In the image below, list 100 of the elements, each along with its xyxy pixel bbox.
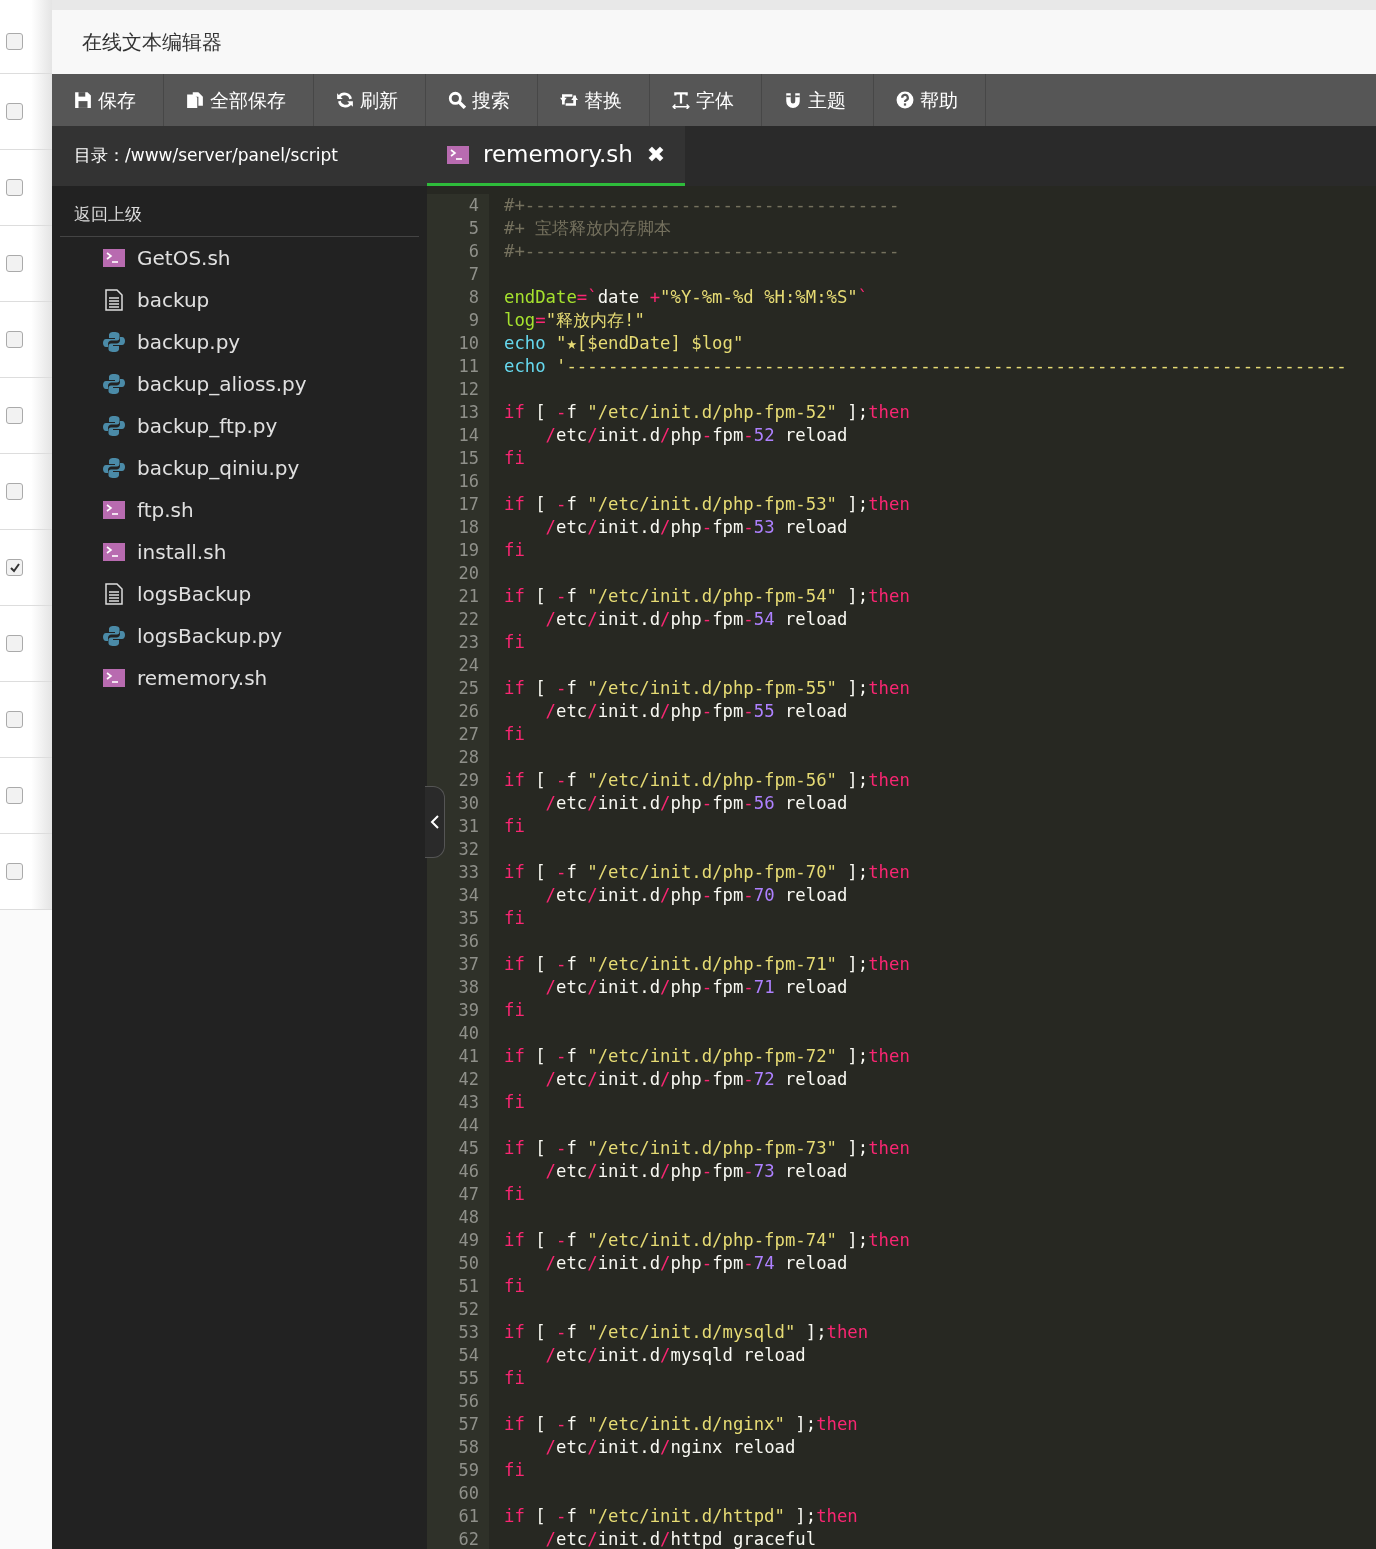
checkbox[interactable] [6, 255, 23, 272]
line-number: 27 [457, 723, 480, 746]
python-icon [103, 372, 125, 395]
file-item[interactable]: logsBackup [137, 578, 252, 609]
line-number: 20 [457, 562, 480, 585]
line-number: 52 [457, 1298, 480, 1321]
line-number: 46 [457, 1160, 480, 1183]
back-link[interactable]: 返回上级 [60, 198, 419, 237]
code-line: if [ -f "/etc/init.d/php-fpm-53" ];then [504, 493, 910, 516]
code-line: if [ -f "/etc/init.d/php-fpm-54" ];then [504, 585, 910, 608]
code-line: if [ -f "/etc/init.d/php-fpm-74" ];then [504, 1229, 910, 1252]
code-line: #+ 宝塔释放内存脚本 [504, 217, 672, 240]
line-number: 59 [457, 1459, 480, 1482]
file-item[interactable]: GetOS.sh [137, 242, 231, 273]
line-number: 7 [467, 263, 480, 286]
line-number: 50 [457, 1252, 480, 1275]
code-line: if [ -f "/etc/init.d/httpd" ];then [504, 1505, 858, 1528]
code-line: /etc/init.d/php-fpm-73 reload [544, 1160, 848, 1183]
code-line: /etc/init.d/php-fpm-55 reload [544, 700, 848, 723]
directory-path: 目录：/www/server/panel/script [52, 126, 427, 186]
code-line: /etc/init.d/php-fpm-52 reload [544, 424, 848, 447]
line-number: 5 [467, 217, 480, 240]
code-line: echo "★[$endDate] $log" [504, 332, 744, 355]
code-line: echo '--------------------------------------------------------------------------- [504, 355, 1347, 378]
line-number: 38 [457, 976, 480, 999]
code-line: if [ -f "/etc/init.d/mysqld" ];then [504, 1321, 869, 1344]
copy-icon [186, 91, 204, 109]
line-number: 57 [457, 1413, 480, 1436]
file-item[interactable]: backup_alioss.py [137, 368, 307, 399]
line-number: 37 [457, 953, 480, 976]
code-line: if [ -f "/etc/init.d/php-fpm-73" ];then [504, 1137, 910, 1160]
line-number: 4 [467, 194, 480, 217]
line-number: 42 [457, 1068, 480, 1091]
code-line: /etc/init.d/php-fpm-53 reload [544, 516, 848, 539]
code-line: fi [504, 907, 525, 930]
line-number: 45 [457, 1137, 480, 1160]
code-line: fi [504, 1367, 525, 1390]
collapse-handle[interactable] [425, 786, 445, 858]
checkbox[interactable] [6, 103, 23, 120]
code-line: fi [504, 447, 525, 470]
code-line: /etc/init.d/php-fpm-54 reload [544, 608, 848, 631]
close-icon[interactable]: ✖ [646, 138, 666, 171]
checkbox[interactable] [6, 635, 23, 652]
line-number: 36 [457, 930, 480, 953]
code-line: fi [504, 1091, 525, 1114]
file-item[interactable]: backup_ftp.py [137, 410, 278, 441]
window-title: 在线文本编辑器 [52, 10, 1376, 74]
line-number: 16 [457, 470, 480, 493]
line-number: 53 [457, 1321, 480, 1344]
line-number: 6 [467, 240, 480, 263]
checkbox[interactable] [6, 483, 23, 500]
checkbox[interactable] [6, 711, 23, 728]
chevron-left-icon [429, 814, 440, 830]
python-icon [103, 456, 125, 479]
save-icon [74, 91, 92, 109]
python-icon [103, 624, 125, 647]
code-line: /etc/init.d/nginx reload [544, 1436, 796, 1459]
line-number: 29 [457, 769, 480, 792]
text-height-icon [672, 91, 690, 109]
checkbox[interactable] [6, 559, 23, 576]
file-item[interactable]: backup.py [137, 326, 241, 357]
line-number: 58 [457, 1436, 480, 1459]
checkbox[interactable] [6, 331, 23, 348]
checkbox[interactable] [6, 863, 23, 880]
line-number: 51 [457, 1275, 480, 1298]
file-item[interactable]: backup_qiniu.py [137, 452, 300, 483]
swap-arrows-icon [560, 91, 578, 109]
code-line: fi [504, 1275, 525, 1298]
line-number: 54 [457, 1344, 480, 1367]
checkbox[interactable] [6, 179, 23, 196]
terminal-icon [103, 248, 125, 267]
code-line: /etc/init.d/php-fpm-70 reload [544, 884, 848, 907]
terminal-icon [103, 542, 125, 561]
line-number: 47 [457, 1183, 480, 1206]
code-line: fi [504, 539, 525, 562]
file-item[interactable]: backup [137, 284, 210, 315]
line-number: 11 [457, 355, 480, 378]
checkbox[interactable] [6, 787, 23, 804]
line-number: 12 [457, 378, 480, 401]
editor-tab[interactable]: rememory.sh ✖ [427, 126, 686, 186]
checkbox[interactable] [6, 33, 23, 50]
line-number: 41 [457, 1045, 480, 1068]
line-number: 21 [457, 585, 480, 608]
code-line: fi [504, 1459, 525, 1482]
code-line: endDate=`date +"%Y-%m-%d %H:%M:%S"` [504, 286, 869, 309]
terminal-icon [447, 145, 469, 164]
code-line: /etc/init.d/php-fpm-56 reload [544, 792, 848, 815]
terminal-icon [103, 668, 125, 687]
file-item[interactable]: rememory.sh [137, 662, 268, 693]
file-item[interactable]: install.sh [137, 536, 227, 567]
help-icon [896, 91, 914, 109]
line-number: 60 [457, 1482, 480, 1505]
terminal-icon [103, 500, 125, 519]
line-number: 48 [457, 1206, 480, 1229]
checkbox[interactable] [6, 407, 23, 424]
file-item[interactable]: ftp.sh [137, 494, 194, 525]
line-number: 19 [457, 539, 480, 562]
code-line: /etc/init.d/mysqld reload [544, 1344, 806, 1367]
file-item[interactable]: logsBackup.py [137, 620, 283, 651]
line-number: 8 [467, 286, 480, 309]
